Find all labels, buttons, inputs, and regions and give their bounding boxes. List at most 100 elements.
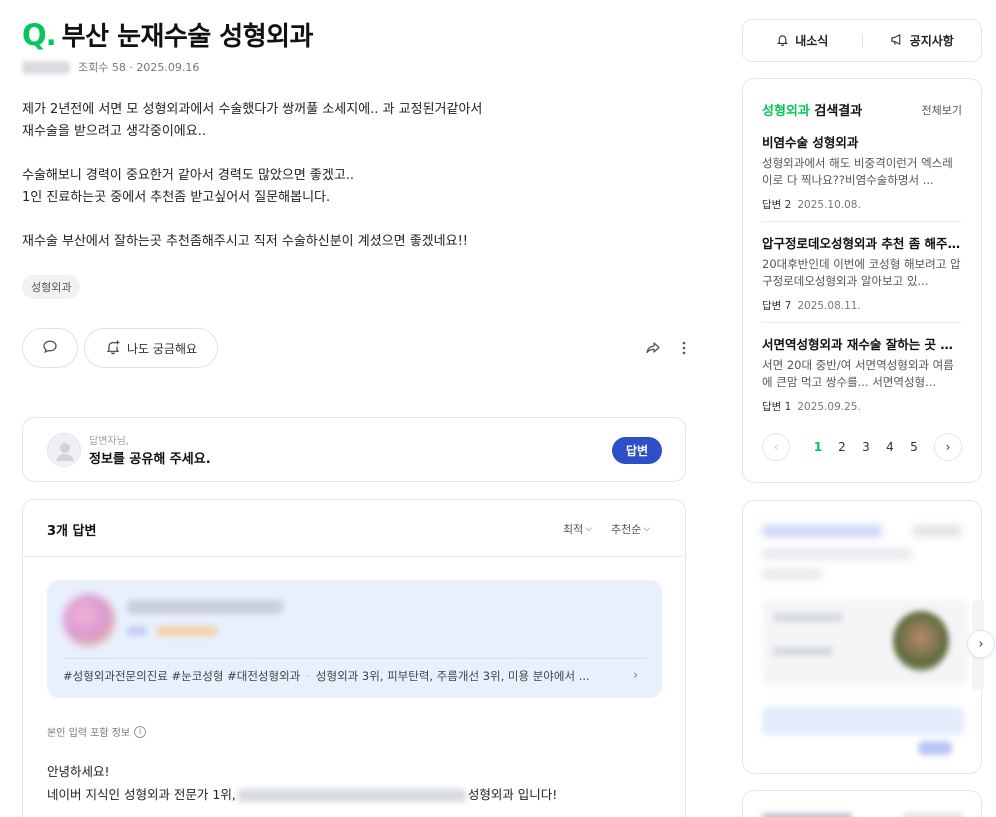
answer-intro: 네이버 지식인 성형외과 전문가 1위, 성형외과 입니다! xyxy=(47,783,557,806)
answer-intro-suffix: 성형외과 입니다! xyxy=(467,787,558,802)
my-news-label: 내소식 xyxy=(795,34,829,48)
author-name-blurred[interactable] xyxy=(22,60,70,74)
page-number[interactable]: 5 xyxy=(902,440,926,454)
pager-next-button[interactable]: › xyxy=(934,433,962,461)
search-result-title: 압구정로데오성형외과 추천 좀 해주세요 xyxy=(762,236,962,251)
expert-tags: #성형외과전문의진료 #눈코성형 #대전성형외과 · 성형외과 3위, 피부탄력, … xyxy=(63,668,623,684)
blurred-link xyxy=(913,525,961,537)
question-title-text: 부산 눈재수술 성형외과 xyxy=(61,22,314,52)
expert-avatar-blurred xyxy=(63,594,115,646)
expert-grade-blurred xyxy=(157,626,217,636)
question-body-line xyxy=(22,143,642,165)
page-number[interactable]: 1 xyxy=(806,440,830,454)
expert-name-blurred xyxy=(127,600,283,614)
search-result-item[interactable]: 비염수술 성형외과 성형외과에서 해도 비중격이런거 엑스레이로 다 찍나요??… xyxy=(762,132,962,212)
divider xyxy=(63,658,646,659)
expert-hashtags: #성형외과전문의진료 #눈코성형 #대전성형외과 xyxy=(63,669,301,683)
curious-too-button[interactable]: 나도 궁금해요 xyxy=(84,328,218,368)
search-result-item[interactable]: 압구정로데오성형외과 추천 좀 해주세요 20대후반인데 이번에 코성형 해보려… xyxy=(762,233,962,313)
question-tag[interactable]: 성형외과 xyxy=(22,275,81,299)
megaphone-icon xyxy=(890,33,904,49)
sort-recommended-label: 추천순 xyxy=(611,523,642,536)
search-result-meta: 답변 1 2025.09.25. xyxy=(762,399,962,414)
answer-button[interactable]: 답변 xyxy=(612,437,662,464)
chevron-right-icon: › xyxy=(945,440,951,454)
carousel-next-button[interactable]: › xyxy=(967,630,995,658)
search-result-date: 2025.08.11. xyxy=(797,300,861,312)
blurred-text xyxy=(773,613,843,622)
chevron-left-icon: ‹ xyxy=(773,440,779,454)
question-meta: 조회수 58 · 2025.09.16 xyxy=(22,59,199,75)
chevron-down-icon: ⌵ xyxy=(585,524,593,534)
search-result-title: 서면역성형외과 재수술 잘하는 곳 있을까요 xyxy=(762,337,962,352)
page-number[interactable]: 2 xyxy=(830,440,854,454)
more-vertical-icon[interactable] xyxy=(680,340,688,360)
blurred-text xyxy=(762,549,912,559)
question-body-line xyxy=(22,209,642,231)
search-result-item[interactable]: 서면역성형외과 재수술 잘하는 곳 있을까요 서면 20대 중반/여 서면역성형… xyxy=(762,334,962,414)
question-title: Q. 부산 눈재수술 성형외과 xyxy=(22,16,313,53)
share-icon[interactable] xyxy=(644,339,662,361)
search-result-answers: 답변 1 xyxy=(762,401,792,413)
clinic-name-blurred xyxy=(237,789,466,802)
view-all-link[interactable]: 전체보기 xyxy=(922,102,962,118)
expert-profile-card[interactable]: #성형외과전문의진료 #눈코성형 #대전성형외과 · 성형외과 3위, 피부탄력, … xyxy=(47,580,662,698)
search-result-meta: 답변 7 2025.08.11. xyxy=(762,298,962,313)
answer-count: 3개 답변 xyxy=(47,524,97,539)
answer-prompt-box[interactable]: 답변자님, 정보를 공유해 주세요. 답변 xyxy=(22,417,686,482)
answer-greeting: 안녕하세요! xyxy=(47,764,110,779)
blurred-expert-panel[interactable] xyxy=(742,500,982,774)
divider xyxy=(762,322,962,323)
related-search-panel: 성형외과 검색결과 전체보기 비염수술 성형외과 성형외과에서 해도 비중격이런… xyxy=(742,78,982,483)
bell-plus-icon xyxy=(105,339,121,358)
divider xyxy=(23,556,685,557)
info-icon[interactable]: i xyxy=(134,725,147,738)
expert-ranks: 성형외과 3위, 피부탄력, 주름개선 3위, 미용 분야에서 ... xyxy=(315,669,590,683)
question-body-line: 재수술 부산에서 잘하는곳 추천좀해주시고 직저 수술하신분이 계셨으면 좋겠네… xyxy=(22,234,468,249)
comment-button[interactable] xyxy=(22,328,78,368)
notice-button[interactable]: 공지사항 xyxy=(863,32,982,49)
blurred-button xyxy=(918,741,952,755)
answer-intro-prefix: 네이버 지식인 성형외과 전문가 1위, xyxy=(47,787,236,802)
sort-best-label: 최적 xyxy=(563,523,584,536)
sort-best-button[interactable]: 최적 ⌵ xyxy=(563,521,592,537)
search-result-answers: 답변 2 xyxy=(762,199,792,211)
search-result-answers: 답변 7 xyxy=(762,300,792,312)
search-result-title: 비염수술 성형외과 xyxy=(762,135,859,150)
expert-badge-blurred xyxy=(127,626,147,636)
my-news-button[interactable]: 내소식 xyxy=(743,32,862,49)
separator-dot: · xyxy=(306,669,310,683)
question-body-line: 1인 진료하는곳 중에서 추천좀 받고싶어서 질문해봅니다. xyxy=(22,190,331,205)
blurred-title xyxy=(762,525,882,537)
chevron-right-icon[interactable]: › xyxy=(633,668,638,683)
search-result-desc: 성형외과에서 해도 비중격이런거 엑스레이로 다 찍나요??비염수술하명서 ..… xyxy=(762,156,953,187)
answer-prompt-hint: 답변자님, xyxy=(89,436,129,447)
search-result-desc: 서면 20대 중반/여 서면역성형외과 여름에 큰맘 먹고 쌍수를... 서면역… xyxy=(762,358,954,389)
comment-icon xyxy=(42,339,58,358)
blurred-banner xyxy=(762,707,964,735)
chevron-right-icon: › xyxy=(978,636,984,652)
bottom-panel xyxy=(742,790,982,817)
self-input-info-label: 본인 입력 포함 정보 xyxy=(47,728,131,739)
question-body: 제가 2년전에 서면 모 성형외과에서 수술했다가 쌍꺼풀 소세지에.. 과 교… xyxy=(22,99,642,253)
page-number[interactable]: 4 xyxy=(878,440,902,454)
search-keyword: 성형외과 xyxy=(762,104,810,119)
blurred-text xyxy=(773,647,833,656)
sort-recommended-button[interactable]: 추천순 ⌵ xyxy=(611,521,650,537)
answer-body: 안녕하세요! 네이버 지식인 성형외과 전문가 1위, 성형외과 입니다! xyxy=(47,760,557,806)
answers-panel: 3개 답변 최적 ⌵ 추천순 ⌵ #성형외과전문의진료 #눈코성형 #대전성형외… xyxy=(22,499,686,817)
question-body-line: 제가 2년전에 서면 모 성형외과에서 수술했다가 쌍꺼풀 소세지에.. 과 교… xyxy=(22,102,483,117)
blurred-text xyxy=(762,569,822,579)
search-results-title: 성형외과 검색결과 xyxy=(762,100,862,119)
search-result-date: 2025.10.08. xyxy=(797,199,861,211)
question-views-date: 조회수 58 · 2025.09.16 xyxy=(78,61,200,74)
page-number[interactable]: 3 xyxy=(854,440,878,454)
self-input-info: 본인 입력 포함 정보 i xyxy=(47,724,147,739)
notification-bar: 내소식 공지사항 xyxy=(742,19,982,62)
curious-too-label: 나도 궁금해요 xyxy=(126,341,198,356)
pager-prev-button[interactable]: ‹ xyxy=(762,433,790,461)
answer-prompt-text: 정보를 공유해 주세요. xyxy=(89,452,211,467)
pager-numbers: 1 2 3 4 5 xyxy=(806,440,926,454)
avatar xyxy=(47,433,81,467)
notice-label: 공지사항 xyxy=(909,34,954,48)
